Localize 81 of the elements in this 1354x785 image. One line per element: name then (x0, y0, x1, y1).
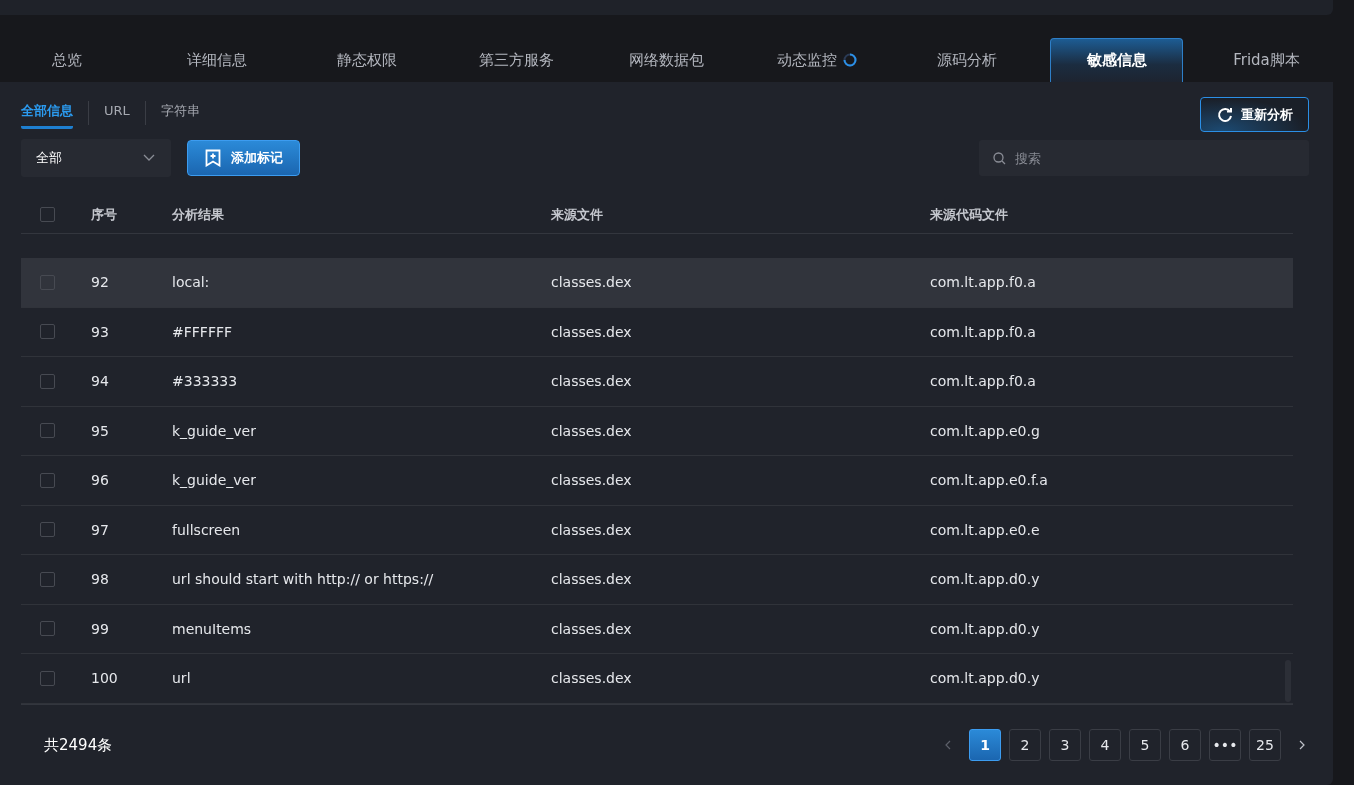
page-button[interactable]: 25 (1249, 729, 1281, 761)
column-header: 来源文件 (551, 205, 604, 224)
table-cell-text: com.lt.app.d0.y (930, 571, 1041, 588)
table-cell-text: com.lt.app.e0.f.a (930, 472, 1049, 489)
bookmark-plus-icon (205, 149, 221, 167)
column-header: 分析结果 (172, 205, 225, 224)
add-mark-button[interactable]: 添加标记 (187, 140, 300, 176)
checkbox[interactable] (40, 373, 55, 389)
checkbox[interactable] (40, 324, 55, 340)
checkbox[interactable] (40, 621, 55, 637)
table-cell-text: local: (172, 274, 211, 291)
table-cell-text: #333333 (172, 373, 239, 390)
table-cell-text: k_guide_ver (172, 422, 257, 439)
checkbox[interactable] (40, 423, 55, 439)
column-header: 来源代码文件 (930, 205, 1009, 224)
search-icon (993, 152, 1006, 165)
page-button[interactable]: 2 (1009, 729, 1041, 761)
table-cell-text: com.lt.app.f0.a (930, 373, 1037, 390)
table-cell-text: k_guide_ver (172, 472, 257, 489)
table-cell-text: com.lt.app.e0.g (930, 422, 1041, 439)
search-field[interactable]: 搜索 (979, 140, 1309, 176)
page-button[interactable]: ••• (1209, 729, 1241, 761)
table-cell-text: classes.dex (551, 422, 633, 439)
page-button[interactable]: 3 (1049, 729, 1081, 761)
checkbox[interactable] (40, 670, 55, 686)
table-cell-text: 96 (91, 472, 110, 489)
checkbox[interactable] (40, 207, 55, 222)
total-count: 共2494条 (44, 735, 113, 755)
tab[interactable]: 第三方服务 (450, 38, 583, 82)
table-cell-text: classes.dex (551, 373, 633, 390)
table-cell-text: 92 (91, 274, 110, 291)
tab[interactable]: Frida脚本 (1200, 38, 1333, 82)
table-cell-text: classes.dex (551, 521, 633, 538)
table-cell-text: com.lt.app.e0.e (930, 521, 1041, 538)
checkbox[interactable] (40, 472, 55, 488)
table-cell-text: 93 (91, 323, 110, 340)
tab[interactable]: 总览 (0, 38, 133, 82)
table-cell-text: 99 (91, 620, 110, 637)
page-button[interactable]: 6 (1169, 729, 1201, 761)
sub-tab[interactable]: 全部信息 (21, 97, 73, 129)
table-cell-text: url should start with http:// or https:// (172, 571, 435, 588)
chevron-down-icon (143, 154, 155, 162)
tab[interactable]: 详细信息 (150, 38, 283, 82)
tab[interactable]: 源码分析 (900, 38, 1033, 82)
table-cell-text: com.lt.app.f0.a (930, 323, 1037, 340)
sub-tab[interactable]: 字符串 (160, 97, 200, 129)
tab[interactable]: 动态监控 (750, 38, 883, 82)
tab[interactable]: 静态权限 (300, 38, 433, 82)
table-cell-text: classes.dex (551, 571, 633, 588)
table-cell-text: fullscreen (172, 521, 242, 538)
table-cell-text: classes.dex (551, 472, 633, 489)
table-cell-text: classes.dex (551, 274, 633, 291)
next-page-icon[interactable] (1298, 740, 1306, 750)
sub-tab[interactable]: URL (104, 97, 130, 129)
page-button[interactable]: 4 (1089, 729, 1121, 761)
table-cell-text: com.lt.app.d0.y (930, 620, 1041, 637)
table-cell-text: com.lt.app.d0.y (930, 670, 1041, 687)
filter-dropdown[interactable]: 全部 (21, 139, 171, 177)
reanalyze-button[interactable]: 重新分析 (1200, 97, 1309, 132)
table-cell-text: menuItems (172, 620, 253, 637)
table-cell-text: 94 (91, 373, 110, 390)
table-cell-text: classes.dex (551, 620, 633, 637)
table-cell-text: classes.dex (551, 323, 633, 340)
table-cell-text: 95 (91, 422, 110, 439)
table-cell-text: classes.dex (551, 670, 633, 687)
table-cell-text: #FFFFFF (172, 323, 234, 340)
refresh-icon (1217, 106, 1233, 123)
previous-page-icon[interactable] (944, 740, 952, 750)
tab[interactable]: 敏感信息 (1050, 38, 1183, 82)
highlighted-row[interactable]: 92 local: classes.dex com.lt.app.f0.a (21, 258, 1293, 308)
table-cell-text: url (172, 670, 192, 687)
tab[interactable]: 网络数据包 (600, 38, 733, 82)
page-button[interactable]: 1 (969, 729, 1001, 761)
checkbox[interactable] (40, 571, 55, 587)
column-header: 序号 (91, 205, 118, 224)
checkbox[interactable] (40, 522, 55, 538)
table-cell-text: 100 (91, 670, 119, 687)
page-button[interactable]: 5 (1129, 729, 1161, 761)
table-cell-text: com.lt.app.f0.a (930, 274, 1037, 291)
table-cell-text: 97 (91, 521, 110, 538)
table-cell-text: 98 (91, 571, 110, 588)
